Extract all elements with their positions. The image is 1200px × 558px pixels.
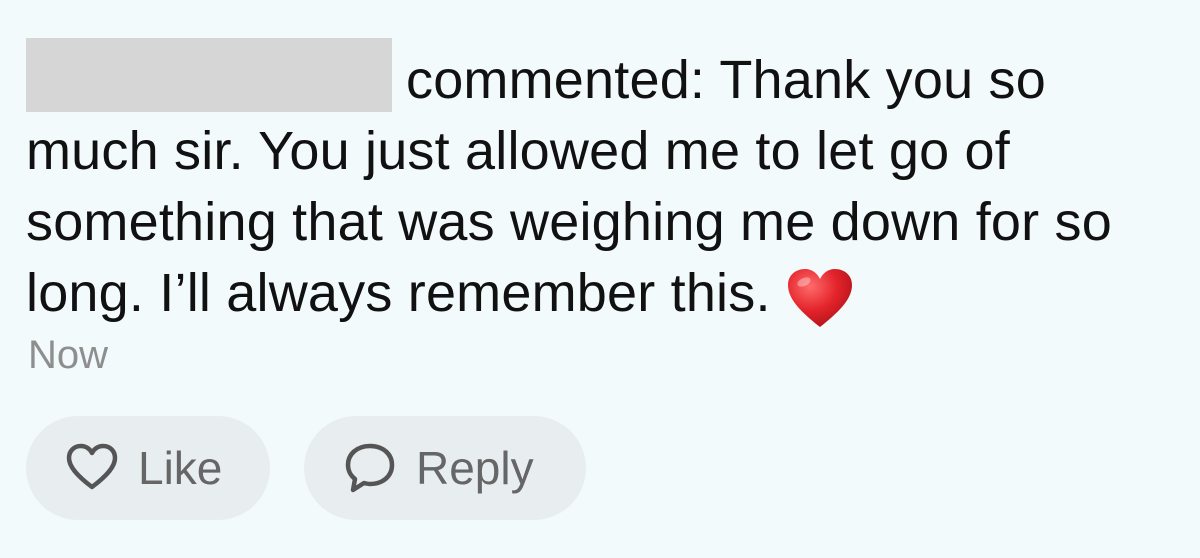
comment-timestamp: Now: [28, 333, 109, 377]
comment-body-start: Thank you so: [719, 50, 1046, 110]
reply-label: Reply: [416, 442, 534, 494]
comment-text: commented: Thank you so much sir. You jus…: [26, 38, 1196, 329]
comment: commented: Thank you so much sir. You jus…: [26, 38, 1196, 329]
heart-outline-icon: [66, 443, 118, 490]
speech-bubble-icon: [345, 443, 395, 493]
like-button[interactable]: Like: [26, 416, 270, 520]
comment-body: much sir. You just allowed me to let go …: [26, 121, 1112, 323]
red-heart-icon: [787, 269, 852, 327]
like-label: Like: [138, 442, 223, 494]
comment-action: commented:: [406, 50, 706, 110]
redacted-username: [26, 38, 392, 112]
reply-button[interactable]: Reply: [304, 416, 586, 520]
